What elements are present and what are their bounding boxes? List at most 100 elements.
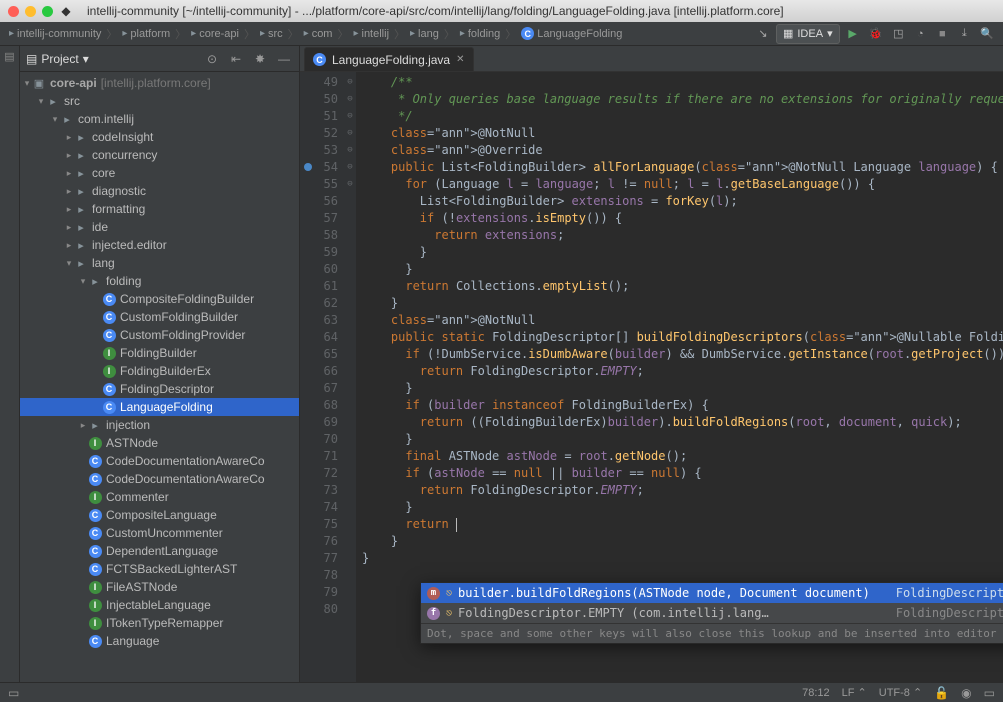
fold-column[interactable]: ⊖⊖⊖⊖⊖⊖⊖ — [344, 72, 356, 682]
status-lock-icon[interactable]: 🔓 — [934, 686, 949, 700]
tree-file[interactable]: IFoldingBuilderEx — [20, 362, 299, 380]
tree-folder[interactable]: ▸▸concurrency — [20, 146, 299, 164]
tree-file[interactable]: IITokenTypeRemapper — [20, 614, 299, 632]
tree-arrow-icon[interactable]: ▸ — [64, 186, 74, 197]
project-view-selector[interactable]: ▤ Project ▾ — [26, 52, 89, 66]
tree-file[interactable]: CLanguage — [20, 632, 299, 650]
breadcrumb-item[interactable]: ▸intellij — [350, 27, 392, 41]
tree-file[interactable]: IASTNode — [20, 434, 299, 452]
tree-file[interactable]: CFoldingDescriptor — [20, 380, 299, 398]
tree-file[interactable]: CLanguageFolding — [20, 398, 299, 416]
project-tree[interactable]: ▾ ▣ core-api [intellij.platform.core] ▾▸… — [20, 72, 299, 682]
stop-button[interactable]: ■ — [933, 25, 951, 43]
breadcrumb-item[interactable]: ▸core-api — [188, 27, 242, 41]
status-memory-icon[interactable]: ▭ — [984, 686, 995, 700]
gutter[interactable]: 4950515253545556575859606162636465666768… — [300, 72, 344, 682]
tree-label: ASTNode — [106, 436, 158, 450]
project-toolbar: ▤ Project ▾ ⊙ ⇤ ✸ — — [20, 46, 299, 72]
tree-folder[interactable]: ▸▸injected.editor — [20, 236, 299, 254]
code-area[interactable]: 4950515253545556575859606162636465666768… — [300, 72, 1003, 682]
breadcrumb-item[interactable]: ▸intellij-community — [6, 27, 104, 41]
tree-arrow-icon[interactable]: ▾ — [50, 114, 60, 125]
status-inspections-icon[interactable]: ◉ — [961, 686, 971, 700]
folder-icon: ▸ — [60, 113, 74, 126]
tree-arrow-icon[interactable]: ▸ — [64, 222, 74, 233]
breadcrumb-item[interactable]: ▸folding — [457, 27, 503, 41]
tree-folder[interactable]: ▾▸src — [20, 92, 299, 110]
completion-popup[interactable]: m⎋builder.buildFoldRegions(ASTNode node,… — [420, 582, 1003, 644]
tree-root[interactable]: ▾ ▣ core-api [intellij.platform.core] — [20, 74, 299, 92]
run-config-selector[interactable]: ▦ IDEA ▾ — [776, 24, 840, 44]
tree-folder[interactable]: ▸▸core — [20, 164, 299, 182]
window-minimize-icon[interactable] — [25, 6, 36, 17]
run-button[interactable]: ▶ — [844, 25, 862, 43]
tree-file[interactable]: CDependentLanguage — [20, 542, 299, 560]
completion-item[interactable]: m⎋builder.buildFoldRegions(ASTNode node,… — [421, 583, 1003, 603]
tree-file[interactable]: CCodeDocumentationAwareCo — [20, 470, 299, 488]
tree-folder[interactable]: ▾▸folding — [20, 272, 299, 290]
tree-folder[interactable]: ▸▸ide — [20, 218, 299, 236]
tree-folder[interactable]: ▾▸lang — [20, 254, 299, 272]
tool-windows-icon[interactable]: ▭ — [8, 686, 19, 700]
intention-icon: ⎋ — [446, 588, 452, 599]
tree-file[interactable]: CCompositeFoldingBuilder — [20, 290, 299, 308]
tree-arrow-icon[interactable]: ▾ — [78, 276, 88, 287]
hide-button[interactable]: — — [275, 52, 293, 66]
tree-folder[interactable]: ▸▸codeInsight — [20, 128, 299, 146]
tree-file[interactable]: CCodeDocumentationAwareCo — [20, 452, 299, 470]
tree-arrow-icon[interactable]: ▸ — [64, 132, 74, 143]
tree-folder[interactable]: ▸▸diagnostic — [20, 182, 299, 200]
settings-icon[interactable]: ✸ — [251, 52, 269, 66]
editor-tab[interactable]: C LanguageFolding.java ✕ — [304, 47, 474, 71]
tree-arrow-icon[interactable]: ▸ — [78, 420, 88, 431]
tree-label: diagnostic — [92, 184, 146, 198]
tree-file[interactable]: CCustomFoldingBuilder — [20, 308, 299, 326]
build-button[interactable]: ↘ — [754, 25, 772, 43]
breadcrumb-item[interactable]: ▸platform — [119, 27, 173, 41]
debug-button[interactable]: 🐞 — [866, 25, 886, 43]
breadcrumb-sep: 〉 — [175, 26, 186, 42]
tree-folder[interactable]: ▸▸formatting — [20, 200, 299, 218]
class-icon: C — [102, 401, 116, 414]
window-close-icon[interactable] — [8, 6, 19, 17]
close-icon[interactable]: ✕ — [456, 54, 464, 65]
tree-file[interactable]: CCompositeLanguage — [20, 506, 299, 524]
collapse-button[interactable]: ⇤ — [227, 52, 245, 66]
tree-file[interactable]: CCustomFoldingProvider — [20, 326, 299, 344]
project-tool-button[interactable]: ▤ — [4, 50, 14, 63]
breadcrumb-item[interactable]: ▸com — [301, 27, 336, 41]
tree-arrow-icon[interactable]: ▸ — [64, 150, 74, 161]
search-everywhere-button[interactable]: 🔍 — [977, 25, 997, 43]
breadcrumb-item[interactable]: ▸lang — [407, 27, 442, 41]
tree-label: CustomFoldingProvider — [120, 328, 245, 342]
tree-folder[interactable]: ▸▸injection — [20, 416, 299, 434]
tree-file[interactable]: IInjectableLanguage — [20, 596, 299, 614]
class-icon: C — [102, 311, 116, 324]
breadcrumb-item[interactable]: ▸src — [257, 27, 286, 41]
status-line-separator[interactable]: LF ⌃ — [842, 686, 867, 699]
vcs-update-button[interactable]: ⤓ — [955, 25, 973, 43]
tree-file[interactable]: IFileASTNode — [20, 578, 299, 596]
chevron-down-icon: ▾ — [83, 52, 89, 66]
tree-file[interactable]: CCustomUncommenter — [20, 524, 299, 542]
status-caret[interactable]: 78:12 — [802, 687, 830, 699]
locate-button[interactable]: ⊙ — [203, 52, 221, 66]
breadcrumb-item[interactable]: CLanguageFolding — [518, 26, 625, 41]
coverage-button[interactable]: ◳ — [889, 25, 907, 43]
tree-arrow-icon[interactable]: ▸ — [64, 240, 74, 251]
tree-label: core — [92, 166, 115, 180]
breadcrumb-sep: 〉 — [394, 26, 405, 42]
breadcrumb-label: com — [312, 28, 333, 40]
completion-item[interactable]: f⎋FoldingDescriptor.EMPTY (com.intellij.… — [421, 603, 1003, 623]
tree-arrow-icon[interactable]: ▾ — [36, 96, 46, 107]
tree-folder[interactable]: ▾▸com.intellij — [20, 110, 299, 128]
window-zoom-icon[interactable] — [42, 6, 53, 17]
tree-file[interactable]: IFoldingBuilder — [20, 344, 299, 362]
tree-file[interactable]: CFCTSBackedLighterAST — [20, 560, 299, 578]
tree-arrow-icon[interactable]: ▾ — [64, 258, 74, 269]
profile-button[interactable]: ◔ — [911, 25, 929, 43]
tree-arrow-icon[interactable]: ▸ — [64, 204, 74, 215]
tree-file[interactable]: ICommenter — [20, 488, 299, 506]
tree-arrow-icon[interactable]: ▸ — [64, 168, 74, 179]
status-encoding[interactable]: UTF-8 ⌃ — [879, 686, 922, 699]
